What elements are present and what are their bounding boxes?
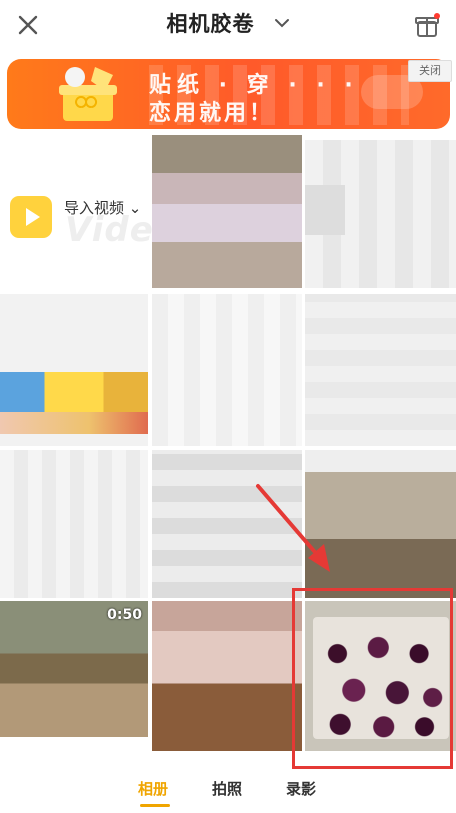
video-thumbnail[interactable]: 0:50	[0, 601, 148, 751]
chevron-down-icon[interactable]	[274, 15, 290, 31]
import-video-label: 导入视频 ⌄	[64, 199, 142, 217]
gallery-thumbnail[interactable]	[152, 294, 302, 446]
annotation-arrow	[250, 480, 340, 584]
thumbnail-content	[0, 372, 148, 412]
gallery-thumbnail[interactable]	[0, 294, 148, 446]
video-duration: 0:50	[107, 607, 142, 623]
tab-photo[interactable]: 拍照	[212, 778, 242, 799]
tab-album[interactable]: 相册	[138, 778, 168, 799]
selection-highlight-box	[292, 588, 453, 769]
promo-banner[interactable]: 贴纸 · 穿 · · · 恋用就用！	[7, 59, 450, 129]
thumbnail-content	[0, 412, 148, 434]
import-video-text: 导入视频	[64, 199, 125, 217]
bottom-tab-bar: 相册 拍照 录影	[0, 770, 456, 813]
tab-video[interactable]: 录影	[286, 778, 316, 799]
gift-box-illustration	[53, 65, 125, 125]
page-title[interactable]: 相机胶卷	[166, 8, 254, 38]
gallery-thumbnail[interactable]	[0, 450, 148, 598]
gallery-thumbnail[interactable]	[305, 294, 456, 446]
gallery-thumbnail[interactable]	[152, 601, 302, 751]
active-tab-indicator	[140, 804, 170, 807]
banner-close-button[interactable]: 关闭	[408, 60, 452, 82]
thumbnail-caption	[0, 737, 148, 751]
gift-icon[interactable]	[412, 11, 442, 39]
gallery-thumbnail[interactable]	[152, 135, 302, 288]
album-selector[interactable]: 相机胶卷	[0, 8, 456, 42]
banner-text-2: 恋用就用！	[149, 101, 275, 126]
top-bar: 相机胶卷	[0, 0, 456, 50]
gallery-thumbnail[interactable]	[305, 140, 456, 288]
notification-dot	[434, 13, 440, 19]
play-icon	[10, 196, 52, 238]
